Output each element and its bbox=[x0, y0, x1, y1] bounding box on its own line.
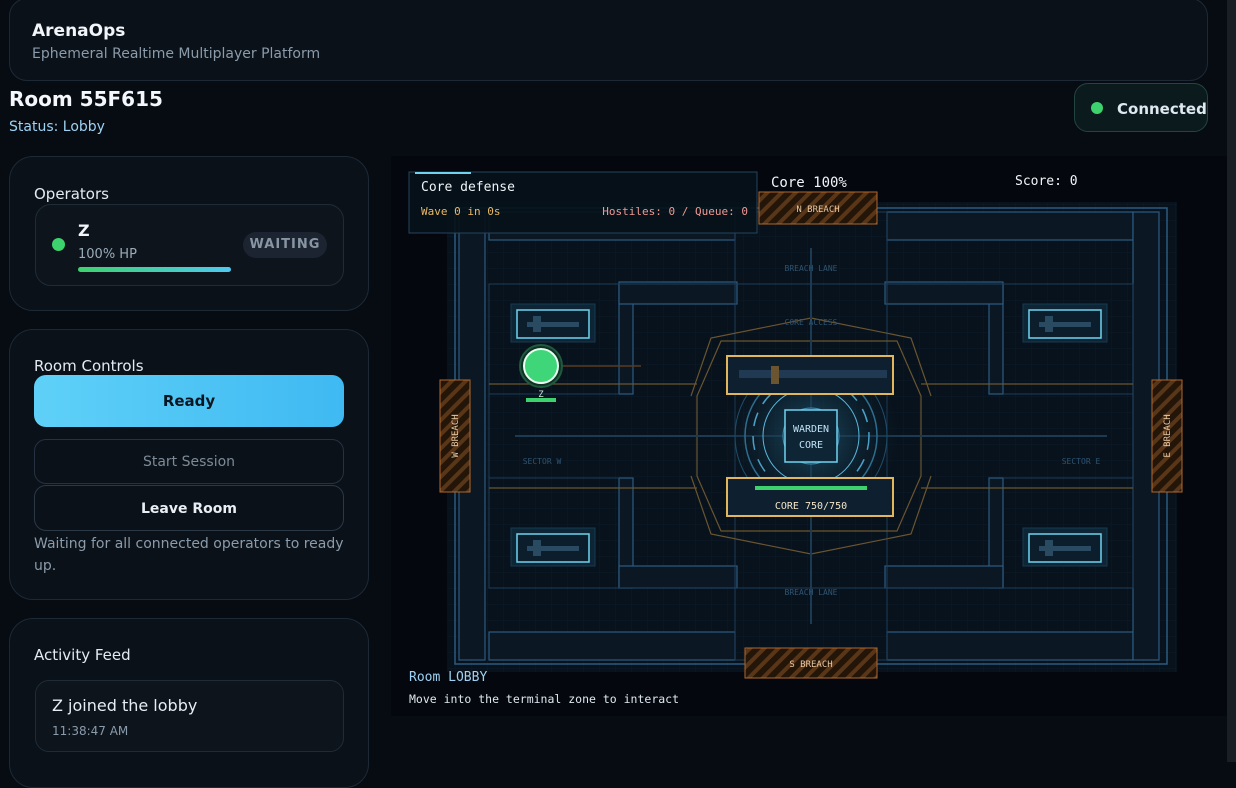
sector-west-label: SECTOR W bbox=[523, 457, 562, 466]
operators-heading: Operators bbox=[34, 185, 109, 203]
page-scrollbar[interactable] bbox=[1227, 0, 1236, 762]
lane-south-label: BREACH LANE bbox=[785, 588, 838, 597]
core-hp-text: CORE 750/750 bbox=[775, 501, 847, 512]
hud-room-state: Room LOBBY bbox=[409, 670, 487, 685]
breach-west: W BREACH bbox=[439, 379, 471, 493]
connection-status-dot-icon bbox=[1091, 102, 1103, 114]
connection-badge: Connected bbox=[1074, 83, 1208, 132]
operator-name: Z bbox=[78, 221, 90, 240]
app-title: ArenaOps bbox=[32, 21, 126, 41]
app-header: ArenaOps Ephemeral Realtime Multiplayer … bbox=[9, 0, 1208, 81]
lane-north-label: BREACH LANE bbox=[785, 264, 838, 273]
hud-hostiles: Hostiles: 0 / Queue: 0 bbox=[602, 205, 748, 218]
hud-wave: Wave 0 in 0s bbox=[421, 205, 500, 218]
start-session-button[interactable]: Start Session bbox=[34, 439, 344, 484]
room-controls-note: Waiting for all connected operators to r… bbox=[34, 536, 344, 574]
operator-card: Z 100% HP WAITING bbox=[35, 204, 344, 286]
hud-score: Score: 0 bbox=[1015, 174, 1078, 189]
operator-online-dot-icon bbox=[52, 238, 65, 251]
breach-east-label: E BREACH bbox=[1163, 414, 1173, 457]
breach-south-label: S BREACH bbox=[789, 660, 832, 670]
ready-button[interactable]: Ready bbox=[34, 375, 344, 427]
room-controls-heading: Room Controls bbox=[34, 357, 144, 375]
operator-hp-bar-fill bbox=[78, 267, 231, 272]
sector-east-label: SECTOR E bbox=[1062, 457, 1101, 466]
game-canvas[interactable]: WARDEN CORE CORE 750/750 N BREACH S BREA… bbox=[391, 156, 1227, 716]
hud-mode: Core defense bbox=[421, 180, 515, 195]
core-label-line2: CORE bbox=[799, 440, 823, 451]
operator-status-badge: WAITING bbox=[243, 232, 327, 258]
room-status: Status: Lobby bbox=[9, 119, 105, 135]
breach-south: S BREACH bbox=[744, 647, 878, 679]
operator-hp-bar bbox=[78, 267, 231, 272]
hud-panel: Core defense Wave 0 in 0s Hostiles: 0 / … bbox=[408, 171, 758, 234]
operator-hp-text: 100% HP bbox=[78, 247, 137, 262]
breach-east: E BREACH bbox=[1151, 379, 1183, 493]
breach-north-label: N BREACH bbox=[796, 205, 839, 215]
connection-label: Connected bbox=[1117, 100, 1207, 118]
app-subtitle: Ephemeral Realtime Multiplayer Platform bbox=[32, 46, 321, 62]
player-hp-bar-fill bbox=[526, 398, 556, 402]
activity-feed-time: 11:38:47 AM bbox=[52, 724, 129, 738]
core-hp-bar-fill bbox=[755, 486, 867, 490]
core-label-line1: WARDEN bbox=[793, 424, 829, 435]
activity-feed-item: Z joined the lobby 11:38:47 AM bbox=[35, 680, 344, 752]
breach-west-label: W BREACH bbox=[451, 414, 461, 457]
hud-core: Core 100% bbox=[771, 175, 847, 191]
core-access-label: CORE ACCESS bbox=[785, 318, 838, 327]
leave-room-button[interactable]: Leave Room bbox=[34, 485, 344, 531]
operators-panel: Operators Z 100% HP WAITING bbox=[9, 156, 369, 311]
breach-north: N BREACH bbox=[758, 191, 878, 225]
room-controls-panel: Room Controls Ready Start Session Leave … bbox=[9, 329, 369, 600]
activity-feed-heading: Activity Feed bbox=[34, 646, 131, 664]
activity-feed-text: Z joined the lobby bbox=[52, 696, 198, 715]
room-title: Room 55F615 bbox=[9, 87, 163, 111]
hud-hint: Move into the terminal zone to interact bbox=[409, 692, 679, 706]
game-map: WARDEN CORE CORE 750/750 N BREACH S BREA… bbox=[408, 171, 1183, 706]
activity-feed-panel: Activity Feed Z joined the lobby 11:38:4… bbox=[9, 618, 369, 788]
